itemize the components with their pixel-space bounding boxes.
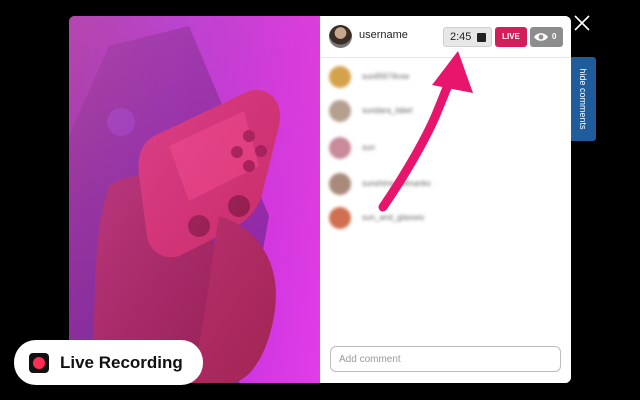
viewer-count: 0	[552, 32, 557, 41]
eye-icon	[534, 33, 548, 41]
video-image	[69, 16, 320, 383]
close-icon[interactable]	[573, 14, 591, 32]
stop-icon[interactable]	[477, 33, 486, 42]
live-recording-label: Live Recording	[60, 353, 183, 372]
live-badge: LIVE	[495, 27, 527, 47]
hide-comments-tab[interactable]: hide comments	[571, 57, 596, 141]
avatar	[329, 66, 351, 88]
avatar	[329, 207, 351, 229]
live-stream-modal: username 2:45 LIVE 0 sunil5674row sundar…	[69, 16, 571, 383]
recording-timer: 2:45	[443, 27, 492, 47]
avatar	[329, 100, 351, 122]
viewer-count-badge: 0	[530, 27, 563, 47]
comment-username: sun	[362, 143, 375, 152]
record-icon	[29, 353, 49, 373]
arrow-annotation	[378, 51, 473, 212]
video-feed	[69, 16, 320, 383]
hide-comments-label: hide comments	[578, 68, 588, 130]
avatar	[329, 173, 351, 195]
host-username[interactable]: username	[359, 29, 408, 41]
avatar	[329, 137, 351, 159]
timer-value: 2:45	[450, 31, 472, 43]
add-comment-input[interactable]	[330, 346, 561, 372]
avatar[interactable]	[329, 25, 352, 48]
live-recording-badge: Live Recording	[14, 340, 203, 385]
